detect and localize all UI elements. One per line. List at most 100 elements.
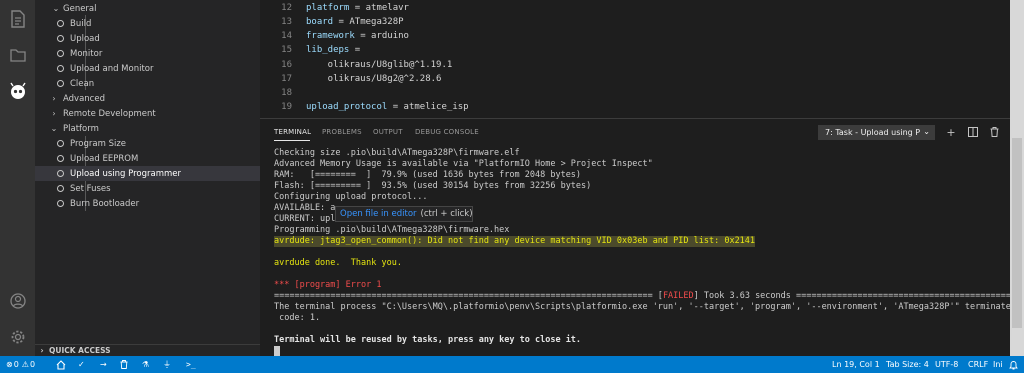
task-upload-and-monitor[interactable]: Upload and Monitor [35, 61, 260, 76]
task-burn-bootloader[interactable]: Burn Bootloader [35, 196, 260, 211]
terminal-select-value: 7: Task - Upload using P [825, 128, 921, 137]
code-editor[interactable]: 12 platform = atmelavr 13 board = ATmega32… [260, 0, 1010, 118]
pio-build-button[interactable]: ✓ [78, 356, 85, 373]
task-build[interactable]: Build [35, 16, 260, 31]
pio-serial-monitor-button[interactable]: ⏚ [163, 356, 171, 373]
task-set-fuses[interactable]: Set Fuses [35, 181, 260, 196]
line-number: 12 [281, 3, 292, 13]
chevron-down-icon: ⌄ [50, 124, 58, 133]
terminal-line: The terminal process "C:\Users\MQ\.platf… [274, 302, 1010, 312]
task-clean[interactable]: Clean [35, 76, 260, 91]
ini-key: upload_protocol [306, 102, 388, 112]
ini-separator: = [333, 17, 350, 27]
tab-size-status[interactable]: Tab Size: 4 [886, 356, 929, 373]
task-program-size[interactable]: Program Size [35, 136, 260, 151]
quick-access-section-header[interactable]: › QUICK ACCESS [35, 344, 260, 356]
section-label: QUICK ACCESS [49, 346, 111, 355]
task-upload-using-programmer[interactable]: Upload using Programmer [35, 166, 260, 181]
link-hover-tooltip: Open file in editor (ctrl + click) [335, 206, 473, 222]
task-icon [57, 20, 64, 27]
task-upload-eeprom[interactable]: Upload EEPROM [35, 151, 260, 166]
status-bar: ⊗ 0 ⚠ 0 ✓ → ⚗ ⏚ >_ Ln 19, Col 1 Tab Size: … [0, 356, 1024, 373]
encoding-status[interactable]: UTF-8 [935, 356, 958, 373]
folder-icon[interactable] [0, 40, 35, 70]
code-line: 19 upload_protocol = atmelice_isp [260, 100, 1010, 114]
task-label: Upload and Monitor [70, 63, 154, 74]
pio-test-button[interactable]: ⚗ [142, 356, 149, 373]
terminal-select-dropdown[interactable]: 7: Task - Upload using P ⌄ [818, 125, 935, 140]
terminal-line: AVAILABLE: a [274, 203, 336, 213]
tree-folder-advanced[interactable]: › Advanced [35, 91, 260, 106]
terminal-icon: >_ [186, 360, 196, 369]
scrollbar-thumb[interactable] [1012, 138, 1022, 328]
explorer-icon[interactable] [0, 4, 35, 34]
tree-folder-general[interactable]: ⌄ General [35, 1, 260, 16]
new-terminal-plus-icon[interactable]: + [944, 125, 958, 139]
task-label: Build [70, 18, 92, 29]
line-number: 19 [281, 102, 292, 112]
terminal-line-link[interactable]: Programming .pio\build\ATmega328P\firmwa… [274, 225, 509, 236]
terminal-line-reuse-notice: Terminal will be reused by tasks, press … [274, 335, 582, 345]
language-mode-status[interactable]: Ini [993, 356, 1003, 373]
pio-upload-button[interactable]: → [100, 356, 107, 373]
account-icon[interactable] [0, 286, 35, 316]
cursor-position-status[interactable]: Ln 19, Col 1 [832, 356, 880, 373]
pio-terminal-button[interactable]: >_ [186, 356, 196, 373]
ini-value: atmelice_isp [403, 102, 469, 112]
plug-icon: ⏚ [163, 360, 171, 369]
vertical-scrollbar[interactable] [1010, 0, 1024, 356]
code-line: 14 framework = arduino [260, 29, 1010, 43]
task-icon [57, 170, 64, 177]
tab-output[interactable]: OUTPUT [373, 128, 403, 136]
split-terminal-icon[interactable] [966, 125, 980, 139]
activity-bar [0, 0, 35, 356]
task-monitor[interactable]: Monitor [35, 46, 260, 61]
problems-status[interactable]: ⊗ 0 ⚠ 0 [6, 356, 35, 373]
code-line: 18 [260, 86, 1010, 100]
tab-terminal[interactable]: TERMINAL [274, 128, 311, 136]
terminal-line: code: 1. [274, 313, 321, 323]
ini-value: olikraus/U8g2@^2.28.6 [306, 74, 442, 84]
terminal-output[interactable]: Checking size .pio\build\ATmega328P\firm… [274, 147, 1010, 357]
flask-icon: ⚗ [142, 360, 150, 369]
terminal-line: Advanced Memory Usage is available via "… [274, 159, 653, 169]
arrow-right-icon: → [100, 360, 107, 369]
tree-folder-remote-development[interactable]: › Remote Development [35, 106, 260, 121]
settings-gear-icon[interactable] [0, 322, 35, 352]
ini-separator: = [349, 45, 361, 55]
line-number: 15 [281, 45, 292, 55]
terminal-line: Configuring upload protocol... [274, 192, 428, 202]
line-number: 18 [281, 88, 292, 98]
code-line: 12 platform = atmelavr [260, 1, 1010, 15]
terminal-line: Checking size .pio\build\ATmega328P\firm… [274, 148, 520, 158]
task-label: Set Fuses [70, 183, 111, 194]
panel-tab-bar: TERMINAL PROBLEMS OUTPUT DEBUG CONSOLE 7… [260, 119, 1010, 147]
project-tasks-sidebar: ⌄ General Build Upload Monitor Upload and… [35, 0, 260, 356]
terminal-line: Flash: [========= ] 93.5% (used 30154 by… [274, 181, 592, 191]
notifications-icon[interactable] [1009, 356, 1018, 373]
chevron-down-icon: ⌄ [52, 4, 60, 13]
home-icon [56, 359, 66, 370]
ini-value: ATmega328P [349, 17, 404, 27]
tab-debug-console[interactable]: DEBUG CONSOLE [415, 128, 479, 136]
pio-clean-button[interactable] [120, 356, 128, 373]
task-icon [57, 185, 64, 192]
code-line: 17 olikraus/U8g2@^2.28.6 [260, 72, 1010, 86]
task-upload[interactable]: Upload [35, 31, 260, 46]
tree-label: Remote Development [63, 108, 156, 119]
trash-icon[interactable] [987, 125, 1001, 139]
eol-status[interactable]: CRLF [968, 356, 988, 373]
code-line: 16 olikraus/U8glib@^1.19.1 [260, 58, 1010, 72]
tree-label: Platform [63, 123, 99, 134]
open-file-link[interactable]: Open file in editor [340, 209, 417, 219]
ini-separator: = [349, 3, 366, 13]
terminal-line-avrdude-error: avrdude: jtag3_open_common(): Did not fi… [274, 236, 756, 247]
ini-key: lib_deps [306, 45, 350, 55]
pio-home-button[interactable] [56, 356, 66, 373]
platformio-icon[interactable] [0, 76, 35, 106]
task-label: Clean [70, 78, 95, 89]
tab-problems[interactable]: PROBLEMS [322, 128, 362, 136]
tree-folder-platform[interactable]: ⌄ Platform [35, 121, 260, 136]
task-icon [57, 200, 64, 207]
chevron-right-icon: › [40, 346, 44, 355]
